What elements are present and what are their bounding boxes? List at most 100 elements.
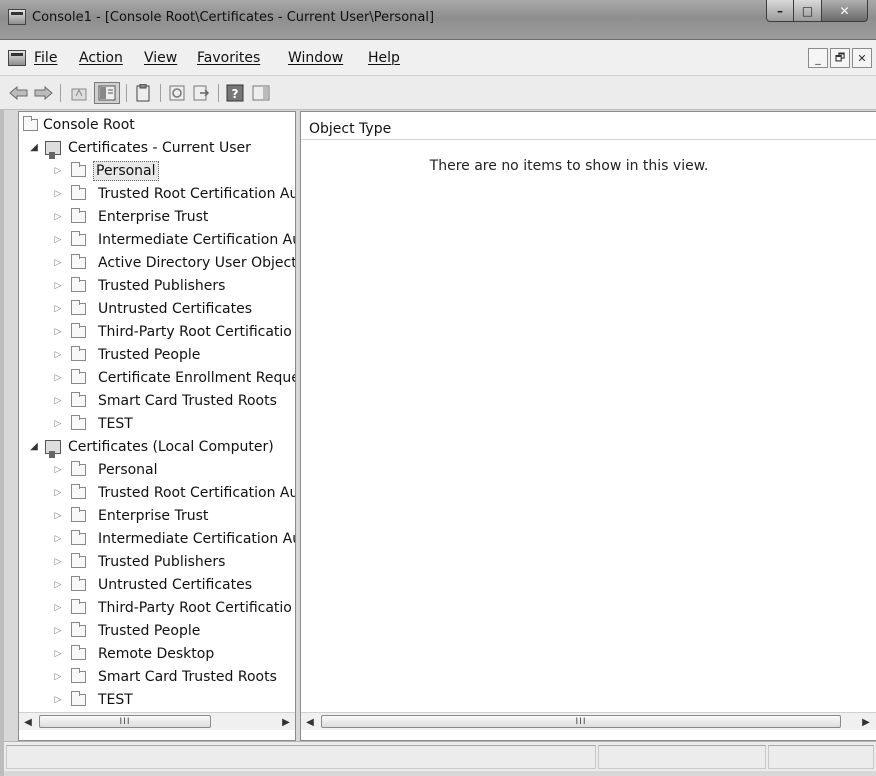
document-restore-button[interactable]: 🗗 — [830, 48, 850, 68]
menu-window[interactable]: Window — [288, 50, 343, 66]
tree-item-label: Enterprise Trust — [98, 209, 209, 225]
tree-item-label: Certificates - Current User — [68, 140, 251, 156]
column-header-label: Object Type — [309, 121, 392, 137]
document-system-menu-icon[interactable] — [8, 50, 26, 66]
status-cell — [6, 745, 596, 769]
collapse-arrow-icon[interactable]: ◢ — [29, 142, 39, 153]
menu-help[interactable]: Help — [368, 50, 400, 66]
menu-favorites[interactable]: Favorites — [197, 50, 260, 66]
refresh-icon[interactable] — [166, 82, 188, 104]
tree-item-label: Trusted People — [98, 347, 201, 363]
expand-arrow-icon[interactable]: ▷ — [53, 373, 63, 383]
folder-icon — [71, 645, 86, 660]
export-list-icon[interactable] — [190, 82, 212, 104]
folder-icon — [71, 507, 86, 522]
folder-icon — [71, 415, 86, 430]
expand-arrow-icon[interactable]: ▷ — [53, 281, 63, 291]
menu-file[interactable]: File — [34, 50, 57, 66]
toolbar-separator — [60, 84, 61, 102]
close-button[interactable]: ✕ — [822, 0, 868, 22]
status-cell — [598, 745, 766, 769]
folder-icon — [71, 461, 86, 476]
tree-item-label: Trusted Root Certification Au — [98, 186, 296, 202]
tree-item-label: Intermediate Certification Au — [98, 232, 296, 248]
document-minimize-button[interactable]: _ — [808, 48, 828, 68]
column-header-object-type[interactable]: Object Type — [301, 116, 876, 140]
menu-bar: File Action View Favorites Window Help _… — [0, 40, 876, 76]
expand-arrow-icon[interactable]: ▷ — [53, 580, 63, 590]
tree-item-label: Personal — [98, 462, 158, 478]
tree-item-label: TEST — [98, 692, 133, 708]
help-icon[interactable]: ? — [224, 82, 246, 104]
expand-arrow-icon[interactable]: ▷ — [53, 419, 63, 429]
folder-icon — [71, 162, 86, 177]
certificate-store-icon — [45, 440, 61, 458]
mmc-app-icon[interactable] — [8, 9, 26, 25]
expand-arrow-icon[interactable]: ▷ — [53, 511, 63, 521]
expand-arrow-icon[interactable]: ▷ — [53, 350, 63, 360]
expand-arrow-icon[interactable]: ▷ — [53, 557, 63, 567]
expand-arrow-icon[interactable]: ▷ — [53, 534, 63, 544]
expand-arrow-icon[interactable]: ▷ — [53, 235, 63, 245]
scroll-thumb[interactable]: III — [39, 715, 211, 728]
expand-arrow-icon[interactable]: ▷ — [53, 465, 63, 475]
folder-icon — [71, 300, 86, 315]
folder-icon — [71, 622, 86, 637]
expand-arrow-icon[interactable]: ▷ — [53, 672, 63, 682]
scroll-left-arrow-icon[interactable]: ◀ — [19, 713, 37, 731]
tree-item-label: Trusted Root Certification Au — [98, 485, 296, 501]
expand-arrow-icon[interactable]: ▷ — [53, 488, 63, 498]
collapse-arrow-icon[interactable]: ◢ — [29, 441, 39, 452]
minimize-button[interactable]: – — [766, 0, 794, 22]
tree-item-label: Smart Card Trusted Roots — [98, 669, 277, 685]
expand-arrow-icon[interactable]: ▷ — [53, 189, 63, 199]
expand-arrow-icon[interactable]: ▷ — [53, 626, 63, 636]
scroll-left-arrow-icon[interactable]: ◀ — [301, 713, 319, 731]
expand-arrow-icon[interactable]: ▷ — [53, 695, 63, 705]
window-controls: – □ ✕ — [766, 0, 868, 22]
expand-arrow-icon[interactable]: ▷ — [53, 327, 63, 337]
expand-arrow-icon[interactable]: ▷ — [53, 396, 63, 406]
expand-arrow-icon[interactable]: ▷ — [53, 304, 63, 314]
folder-icon — [71, 553, 86, 568]
results-pane[interactable]: Object Type There are no items to show i… — [300, 111, 876, 741]
expand-arrow-icon[interactable]: ▷ — [53, 603, 63, 613]
folder-icon — [71, 277, 86, 292]
maximize-button[interactable]: □ — [794, 0, 822, 22]
folder-icon — [71, 346, 86, 361]
scroll-thumb[interactable]: III — [321, 715, 841, 728]
tree-item-label: Smart Card Trusted Roots — [98, 393, 277, 409]
scroll-right-arrow-icon[interactable]: ▶ — [857, 713, 875, 731]
menu-view[interactable]: View — [144, 50, 177, 66]
folder-icon — [71, 576, 86, 591]
console-tree[interactable]: Console Root ◢ Certificates - Current Us… — [18, 111, 296, 741]
svg-text:?: ? — [232, 87, 239, 101]
tree-item-label: Intermediate Certification Au — [98, 531, 296, 547]
back-icon[interactable] — [8, 82, 30, 104]
tree-item-label: Untrusted Certificates — [98, 577, 252, 593]
certificate-store-icon — [45, 141, 61, 159]
folder-icon — [71, 530, 86, 545]
tree-horizontal-scrollbar[interactable]: ◀ III ▶ — [19, 712, 295, 730]
folder-icon — [71, 208, 86, 223]
toolbar: ? — [0, 76, 876, 110]
expand-arrow-icon[interactable]: ▷ — [53, 649, 63, 659]
show-hide-action-pane-icon[interactable] — [250, 82, 272, 104]
expand-arrow-icon[interactable]: ▷ — [53, 258, 63, 268]
properties-icon[interactable] — [132, 82, 154, 104]
results-horizontal-scrollbar[interactable]: ◀ III ▶ — [301, 712, 876, 730]
status-bar — [4, 741, 876, 771]
menu-action[interactable]: Action — [79, 50, 123, 66]
up-icon[interactable] — [68, 82, 90, 104]
scroll-right-arrow-icon[interactable]: ▶ — [277, 713, 295, 731]
tree-item-label: Third-Party Root Certificatio — [98, 324, 292, 340]
forward-icon[interactable] — [32, 82, 54, 104]
folder-icon — [71, 691, 86, 706]
empty-view-message: There are no items to show in this view. — [429, 158, 709, 174]
expand-arrow-icon[interactable]: ▷ — [53, 166, 63, 176]
expand-arrow-icon[interactable]: ▷ — [53, 212, 63, 222]
window-frame-edge — [0, 110, 4, 776]
title-bar[interactable]: Console1 - [Console Root\Certificates - … — [0, 0, 876, 40]
show-hide-tree-icon[interactable] — [94, 82, 120, 104]
document-close-button[interactable]: ✕ — [852, 48, 872, 68]
